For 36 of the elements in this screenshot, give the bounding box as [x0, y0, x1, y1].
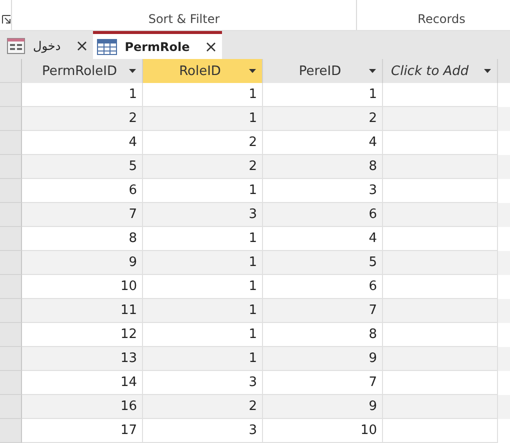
dropdown-caret-icon[interactable]	[129, 69, 136, 73]
document-tab[interactable]: PermRole	[92, 31, 222, 59]
row-selector[interactable]	[0, 83, 22, 107]
close-icon[interactable]	[76, 41, 87, 51]
dropdown-caret-icon[interactable]	[249, 69, 256, 73]
table-icon	[96, 38, 117, 54]
row-selector[interactable]	[0, 395, 22, 419]
document-tab[interactable]: دخول	[3, 33, 93, 59]
row-selector[interactable]	[0, 419, 22, 443]
row-selector[interactable]	[0, 275, 22, 299]
row-selector[interactable]	[0, 251, 22, 275]
ribbon-group-label: Records	[418, 12, 466, 26]
row-selector[interactable]	[0, 299, 22, 323]
dropdown-caret-icon[interactable]	[369, 69, 376, 73]
close-icon[interactable]	[206, 42, 216, 52]
column-header[interactable]: PermRoleID	[22, 59, 143, 83]
table-cell: 10	[263, 419, 383, 443]
row-selector[interactable]	[0, 227, 22, 251]
ribbon-group-label: Sort & Filter	[148, 12, 220, 26]
column-header[interactable]: PereID	[263, 59, 383, 83]
table-cell: 17	[22, 419, 143, 443]
table-cell: 3	[143, 419, 263, 443]
column-header[interactable]: RoleID	[143, 59, 263, 83]
select-all-corner[interactable]	[0, 59, 22, 83]
column-header[interactable]: Click to Add	[383, 59, 498, 83]
row-selector[interactable]	[0, 371, 22, 395]
row-selector[interactable]	[0, 179, 22, 203]
row-selector[interactable]	[0, 107, 22, 131]
dialog-launcher-icon[interactable]	[2, 15, 11, 24]
row-selector[interactable]	[0, 155, 22, 179]
row-selector[interactable]	[0, 323, 22, 347]
form-icon	[7, 38, 25, 54]
row-selector[interactable]	[0, 131, 22, 155]
row-selector[interactable]	[0, 347, 22, 371]
dropdown-caret-icon[interactable]	[484, 69, 491, 73]
row-selector[interactable]	[0, 203, 22, 227]
